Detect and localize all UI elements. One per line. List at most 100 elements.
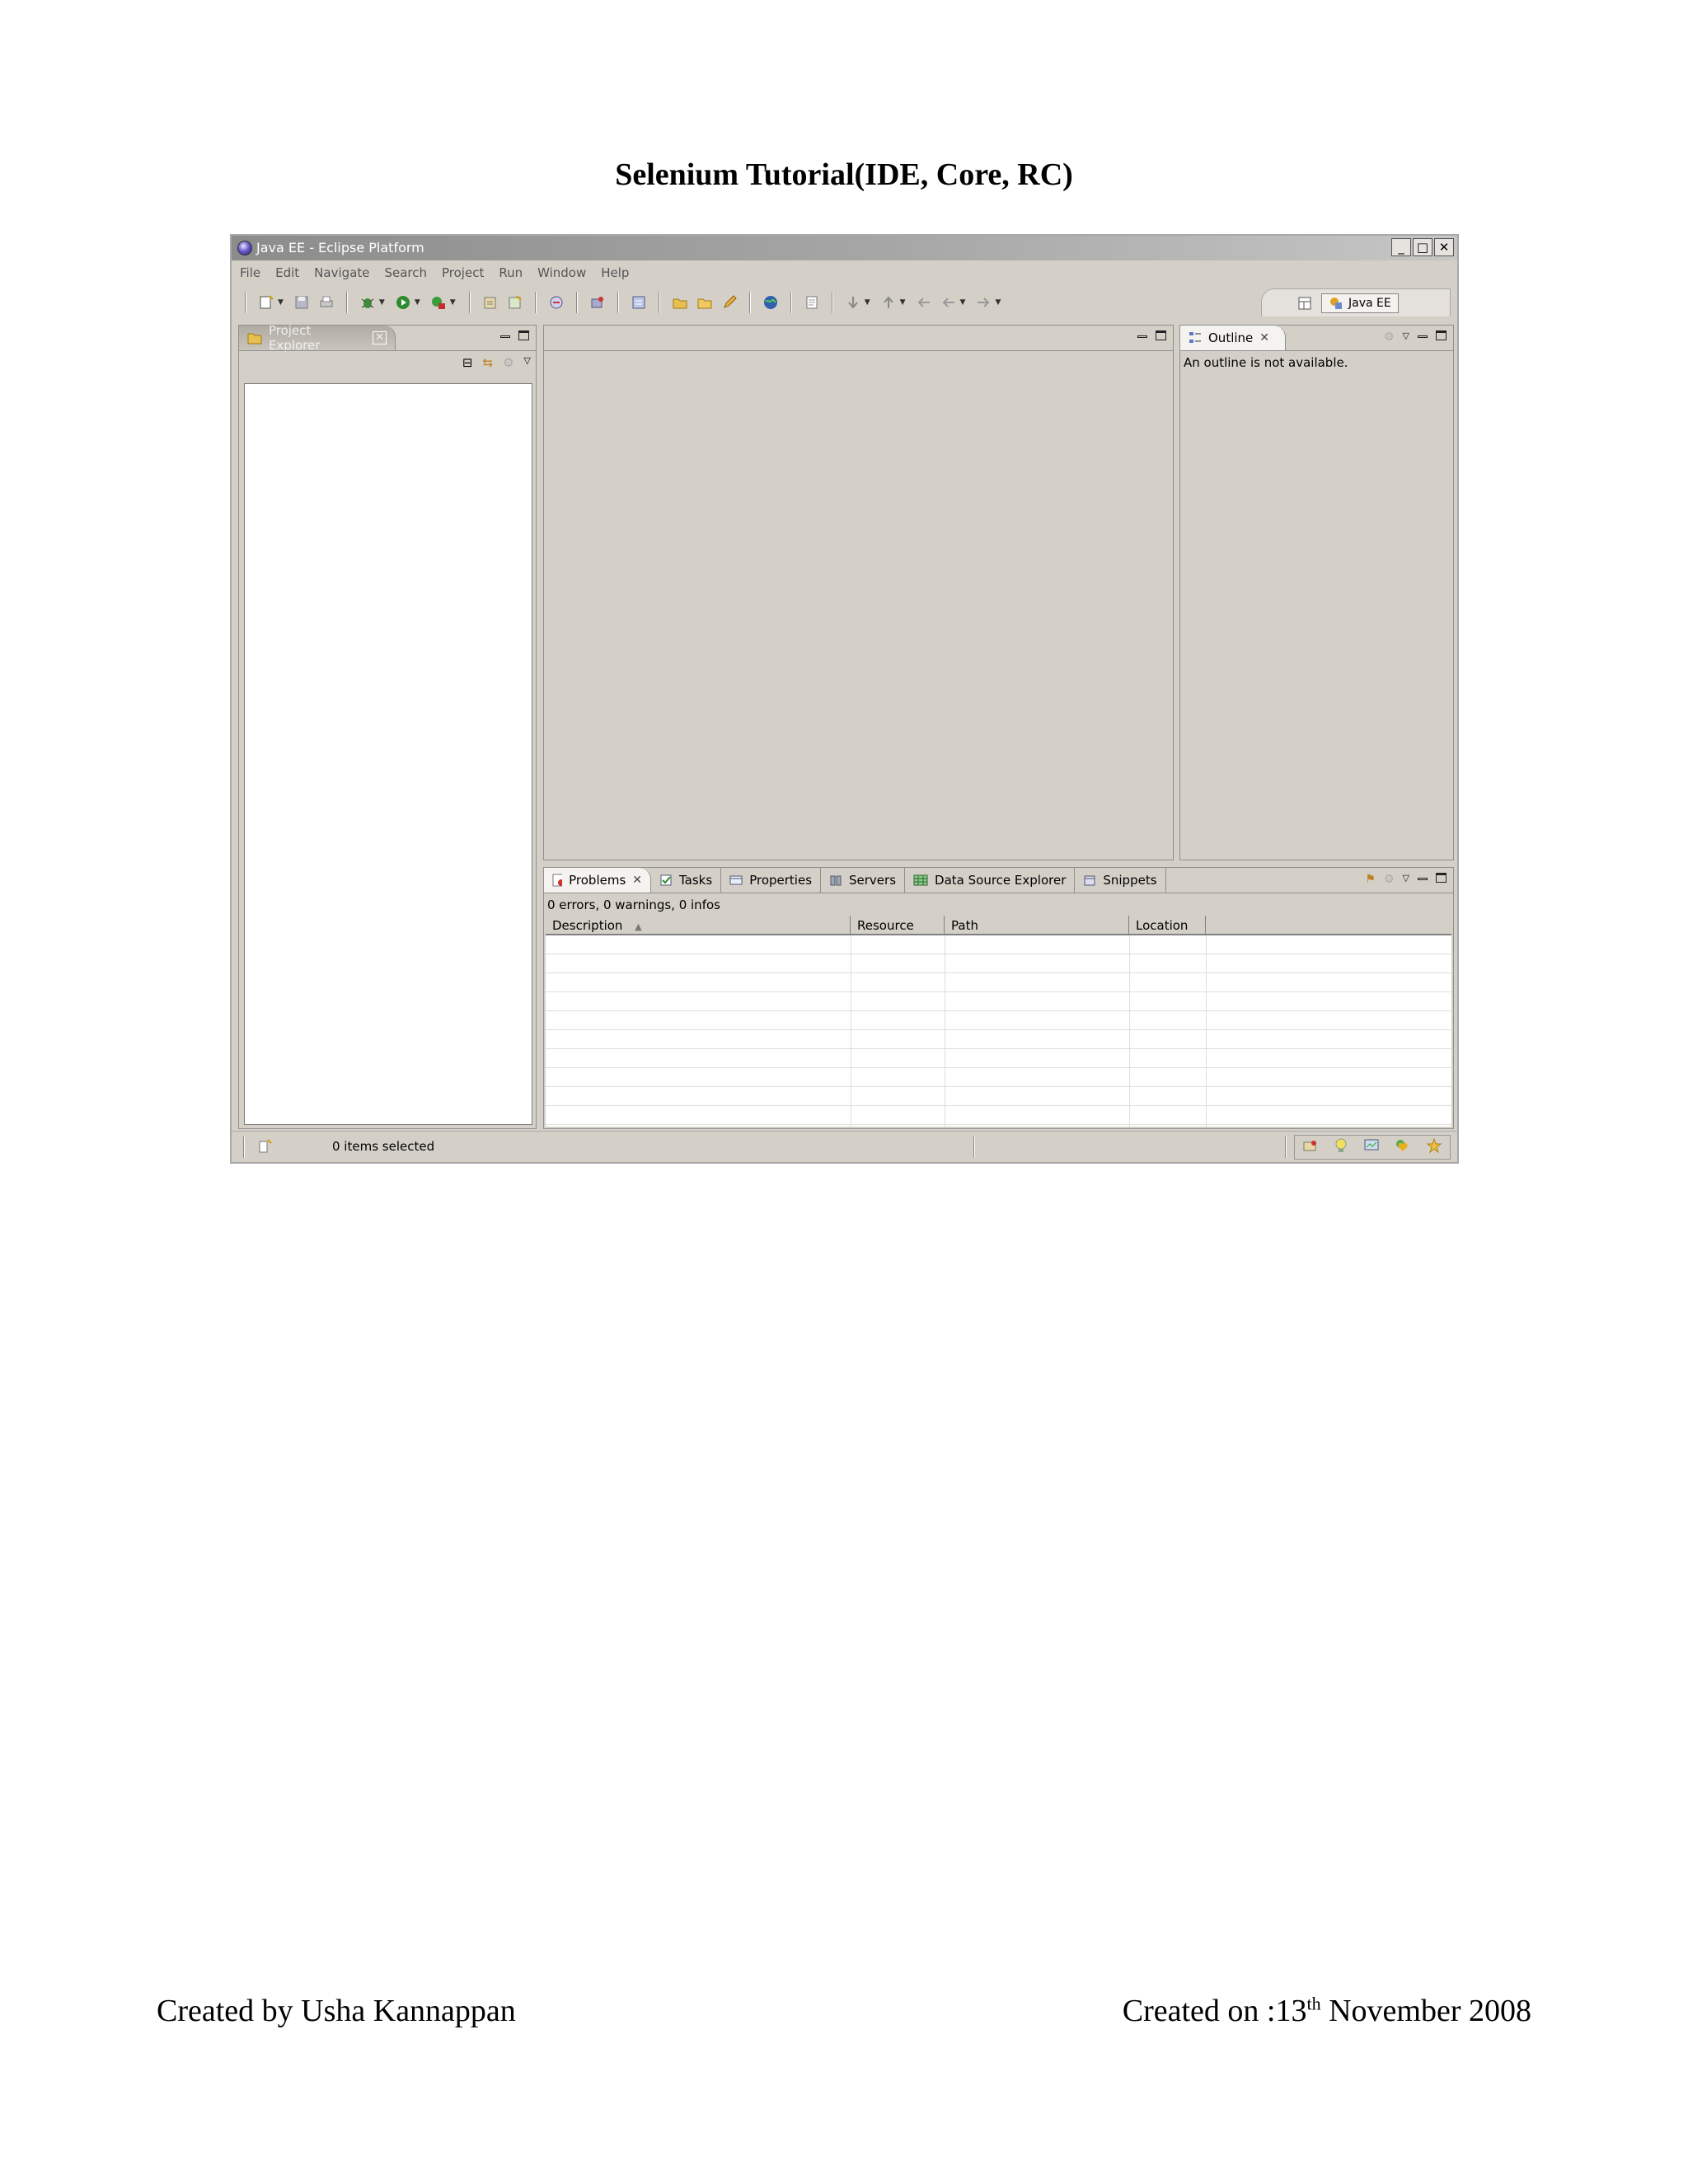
external-tools-icon[interactable] [429, 293, 448, 312]
menu-run[interactable]: Run [499, 265, 523, 280]
annotation-icon[interactable] [802, 293, 822, 312]
column-location[interactable]: Location [1129, 916, 1206, 934]
project-explorer-view: Project Explorer ✕ ⊟ ⇆ ⚙ ▽ [238, 323, 537, 1129]
folder-icon [247, 333, 262, 344]
title-bar: Java EE - Eclipse Platform _ □ ✕ [232, 236, 1457, 260]
table-row [546, 935, 1451, 954]
save-icon[interactable] [292, 293, 312, 312]
debug-icon[interactable] [358, 293, 377, 312]
column-resource[interactable]: Resource [851, 916, 945, 934]
last-edit-icon[interactable] [914, 293, 934, 312]
tasks-icon [660, 874, 672, 886]
snippets-icon [1084, 875, 1095, 886]
server-status-icon[interactable] [1302, 1138, 1319, 1156]
next-annotation-icon[interactable] [843, 293, 863, 312]
properties-icon [729, 875, 743, 885]
monitor-icon[interactable] [1363, 1138, 1380, 1156]
menu-navigate[interactable]: Navigate [314, 265, 369, 280]
print-icon[interactable] [316, 293, 336, 312]
minimize-view-icon[interactable] [1418, 335, 1428, 338]
editor-area [543, 325, 1174, 860]
view-menu-icon[interactable]: ▽ [1403, 330, 1409, 344]
maximize-button[interactable]: □ [1413, 238, 1432, 256]
filters-icon[interactable]: ⚙ [503, 355, 513, 370]
problems-view: Problems ✕ Tasks Properties Servers Data… [543, 867, 1454, 1129]
star-icon[interactable] [1426, 1137, 1442, 1157]
forward-icon[interactable] [973, 293, 993, 312]
minimize-view-icon[interactable] [500, 335, 510, 338]
collapse-all-icon[interactable]: ⊟ [462, 355, 473, 370]
table-row [546, 1011, 1451, 1030]
perspective-java-ee[interactable]: Java EE [1321, 293, 1399, 313]
view-menu-icon[interactable]: ▽ [524, 355, 531, 370]
column-path[interactable]: Path [945, 916, 1129, 934]
back-icon[interactable] [939, 293, 959, 312]
status-trim [1294, 1135, 1451, 1160]
open-perspective-icon[interactable] [1295, 293, 1315, 313]
menu-project[interactable]: Project [442, 265, 484, 280]
pencil-icon[interactable] [720, 293, 739, 312]
menu-window[interactable]: Window [537, 265, 586, 280]
tab-snippets[interactable]: Snippets [1075, 868, 1166, 893]
maximize-view-icon[interactable] [518, 330, 529, 340]
globe-icon[interactable] [761, 293, 781, 312]
data-source-icon [913, 874, 928, 886]
new-server-icon[interactable] [481, 293, 500, 312]
project-tree[interactable] [244, 383, 532, 1125]
menu-file[interactable]: File [240, 265, 260, 280]
fast-view-icon[interactable] [258, 1138, 273, 1158]
minimize-view-icon[interactable] [1418, 878, 1428, 880]
tab-problems[interactable]: Problems ✕ [544, 868, 651, 893]
problems-table[interactable]: Description ▲ Resource Path Location [546, 916, 1451, 1127]
view-menu-icon[interactable]: ▽ [1403, 873, 1409, 886]
perspective-label: Java EE [1348, 296, 1391, 310]
tab-properties[interactable]: Properties [721, 868, 822, 893]
table-row [546, 973, 1451, 992]
open-folder-2-icon[interactable] [695, 293, 715, 312]
menu-edit[interactable]: Edit [275, 265, 299, 280]
table-row [546, 1106, 1451, 1125]
problems-icon [552, 874, 563, 887]
tab-project-explorer[interactable]: Project Explorer ✕ [239, 323, 396, 353]
tab-tasks[interactable]: Tasks [651, 868, 722, 893]
table-row [546, 1068, 1451, 1087]
sort-ascending-icon: ▲ [635, 921, 642, 932]
table-row [546, 1087, 1451, 1106]
tab-servers[interactable]: Servers [821, 868, 906, 893]
web-browser-icon[interactable] [629, 293, 649, 312]
servers-icon [830, 875, 842, 886]
close-tab-icon[interactable]: ✕ [373, 331, 387, 344]
open-type-icon[interactable] [546, 293, 566, 312]
footer-author: Created by Usha Kannappan [157, 1994, 516, 2028]
table-row [546, 1030, 1451, 1049]
close-button[interactable]: ✕ [1434, 238, 1454, 256]
table-row [546, 992, 1451, 1011]
minimize-button[interactable]: _ [1391, 238, 1411, 256]
new-icon[interactable] [256, 293, 276, 312]
link-with-editor-icon[interactable]: ⇆ [483, 355, 494, 370]
lightbulb-icon[interactable] [1334, 1137, 1348, 1157]
column-description[interactable]: Description ▲ [546, 916, 851, 934]
prev-annotation-icon[interactable] [879, 293, 898, 312]
close-tab-icon[interactable]: ✕ [1259, 331, 1269, 344]
heart-icon[interactable] [1395, 1138, 1411, 1156]
outline-message: An outline is not available. [1184, 355, 1348, 370]
minimize-editor-icon[interactable] [1137, 335, 1147, 338]
java-ee-icon [1330, 297, 1342, 309]
menu-search[interactable]: Search [384, 265, 427, 280]
tab-data-source-explorer[interactable]: Data Source Explorer [905, 868, 1076, 893]
configure-icon[interactable]: ⚙ [1384, 873, 1395, 886]
hide-fields-icon[interactable]: ⚙ [1384, 330, 1395, 344]
tab-outline[interactable]: Outline ✕ [1180, 326, 1286, 350]
maximize-editor-icon[interactable] [1156, 330, 1166, 340]
maximize-view-icon[interactable] [1436, 330, 1447, 340]
table-header: Description ▲ Resource Path Location [546, 916, 1451, 935]
menu-help[interactable]: Help [601, 265, 629, 280]
close-tab-icon[interactable]: ✕ [632, 874, 642, 887]
open-resource-icon[interactable] [588, 293, 607, 312]
run-icon[interactable] [393, 293, 413, 312]
new-project-icon[interactable] [505, 293, 525, 312]
open-folder-icon[interactable] [670, 293, 690, 312]
maximize-view-icon[interactable] [1436, 873, 1447, 883]
filter-icon[interactable]: ⚑ [1365, 873, 1376, 886]
